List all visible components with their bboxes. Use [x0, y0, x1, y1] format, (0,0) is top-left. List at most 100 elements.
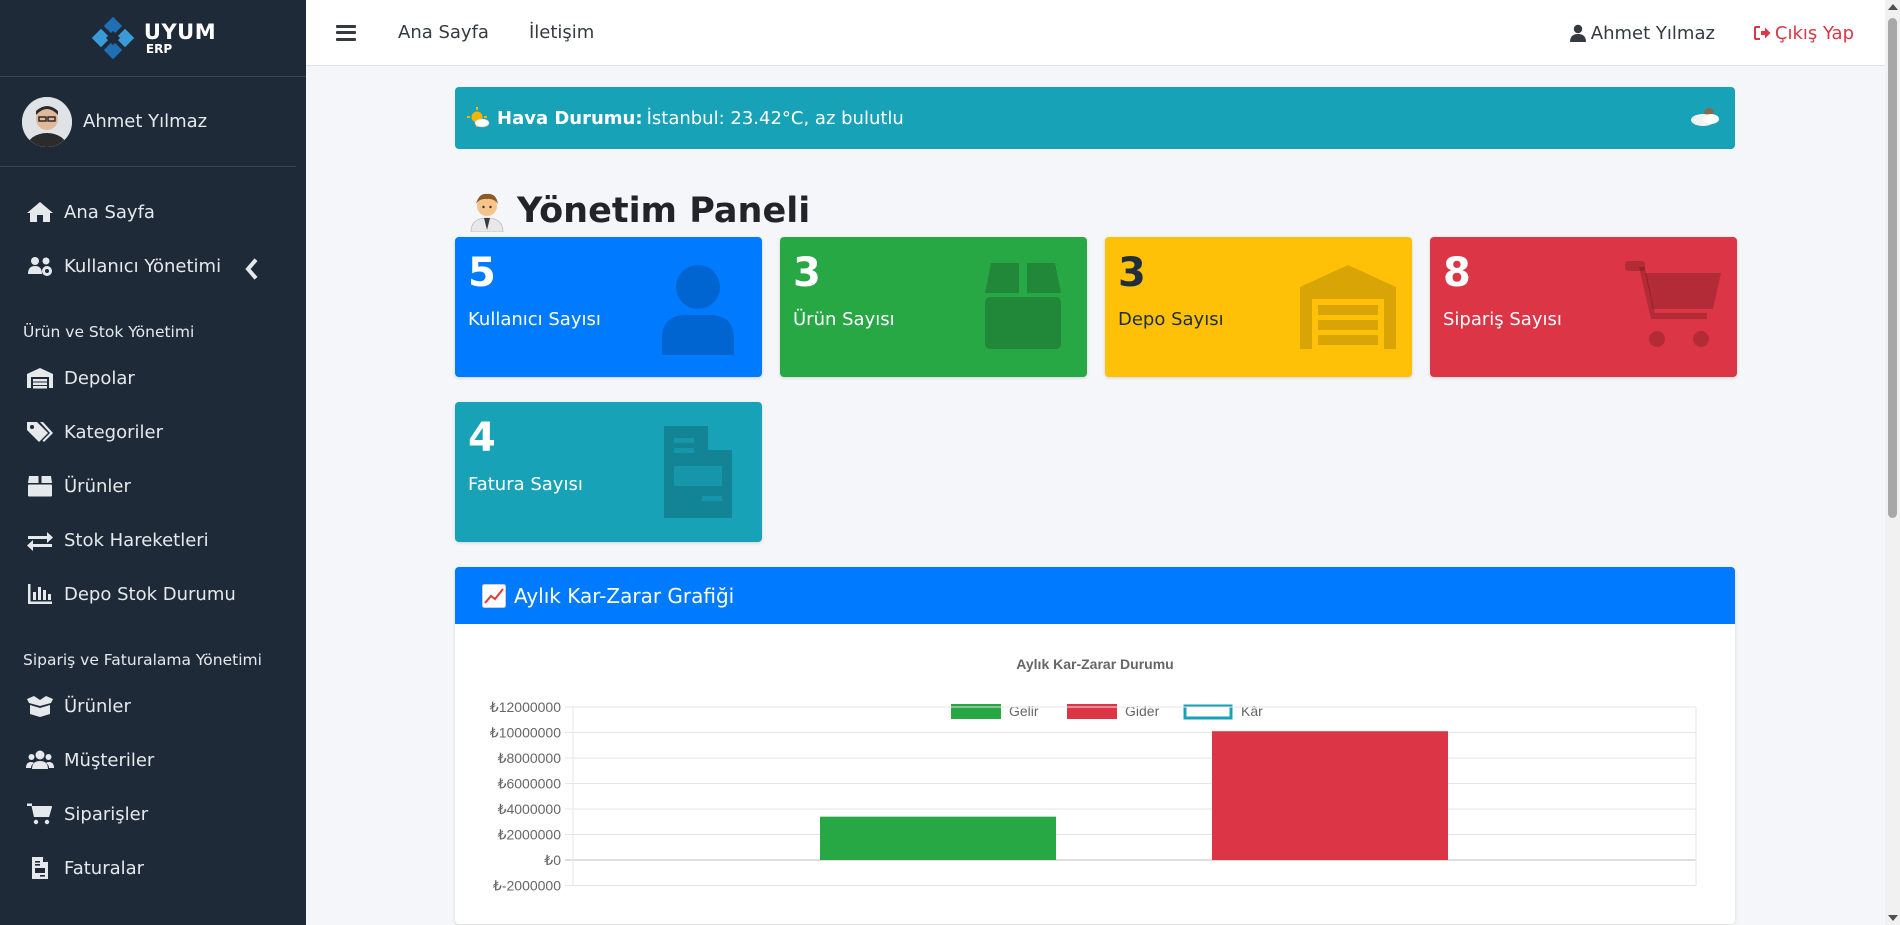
sidebar-item-label: Depolar	[64, 367, 135, 389]
users-cog-icon	[28, 257, 52, 276]
home-icon	[27, 202, 53, 222]
weather-label: Hava Durumu:	[497, 107, 643, 129]
legend-swatch	[1183, 704, 1233, 720]
user-icon	[1569, 24, 1586, 42]
stat-card-warehouses[interactable]: 3 Depo Sayısı	[1105, 237, 1412, 377]
sidebar-item-orders[interactable]: Siparişler	[0, 787, 306, 841]
sidebar-item-label: Depo Stok Durumu	[64, 583, 236, 605]
chevron-left-icon[interactable]	[238, 257, 266, 281]
tags-icon	[27, 422, 53, 442]
y-tick-label: ₺2000000	[498, 827, 562, 843]
sidebar-nav: Ana Sayfa Kullanıcı Yönetimi Ürün ve Sto…	[0, 167, 306, 895]
legend-label: Kâr	[1241, 703, 1263, 719]
cart-icon	[1625, 261, 1721, 347]
invoice-icon	[32, 857, 48, 879]
sidebar-user-name: Ahmet Yılmaz	[83, 111, 208, 132]
y-tick-label: ₺4000000	[498, 801, 562, 817]
chart-panel-header: Aylık Kar-Zarar Grafiği	[455, 567, 1735, 624]
sidebar-item-label: Stok Hareketleri	[64, 529, 209, 551]
y-tick-label: ₺0	[544, 852, 561, 868]
page-title: Yönetim Paneli	[455, 187, 1735, 235]
sidebar-item-label: Faturalar	[64, 857, 145, 879]
chart-panel: Aylık Kar-Zarar Grafiği Aylık Kar-Zarar …	[455, 567, 1735, 924]
sun-behind-cloud-icon	[467, 107, 490, 128]
weather-text: İstanbul: 23.42°C, az bulutlu	[646, 107, 904, 129]
sidebar-item-label: Müşteriler	[64, 749, 155, 771]
menu-toggle-icon[interactable]	[336, 24, 356, 41]
sidebar-item-label: Kullanıcı Yönetimi	[64, 255, 222, 277]
page-scrollbar[interactable]	[1885, 0, 1900, 925]
cloud-icon	[1691, 108, 1719, 126]
sidebar-item-label: Ana Sayfa	[64, 201, 155, 223]
brand-sub: ERP	[145, 41, 173, 56]
sign-out-icon	[1753, 26, 1771, 40]
box-open-icon	[27, 696, 53, 717]
scroll-up-icon[interactable]	[1888, 4, 1898, 10]
sidebar-item-order-products[interactable]: Ürünler	[0, 679, 306, 733]
brand[interactable]: UYUM ERP	[0, 0, 306, 77]
sidebar: UYUM ERP Ahmet Yılmaz Ana Sayfa Kullanıc…	[0, 0, 306, 925]
weather-alert: Hava Durumu: İstanbul: 23.42°C, az bulut…	[455, 87, 1735, 149]
logo-icon	[91, 16, 135, 60]
sidebar-user-panel[interactable]: Ahmet Yılmaz	[0, 77, 296, 167]
y-tick-label: ₺12000000	[490, 699, 561, 715]
sidebar-item-user-management[interactable]: Kullanıcı Yönetimi	[0, 239, 306, 293]
y-tick-label: ₺-2000000	[493, 878, 561, 894]
sidebar-item-stock-movements[interactable]: Stok Hareketleri	[0, 513, 306, 567]
chart-bar-icon	[28, 584, 52, 604]
legend-label: Gelir	[1009, 703, 1039, 719]
topnav-contact-link[interactable]: İletişim	[529, 22, 594, 43]
stat-card-users[interactable]: 5 Kullanıcı Sayısı	[455, 237, 762, 377]
brand-name: UYUM	[143, 19, 217, 44]
topbar-user-name: Ahmet Yılmaz	[1590, 22, 1715, 44]
y-tick-label: ₺8000000	[498, 750, 562, 766]
stat-card-products[interactable]: 3 Ürün Sayısı	[780, 237, 1087, 377]
profit-loss-chart: Aylık Kar-Zarar Durumu Gelir Gider Kâr ₺1200…	[490, 656, 1697, 894]
office-worker-icon	[470, 193, 504, 232]
user-icon	[662, 265, 734, 355]
chart-body: Aylık Kar-Zarar Durumu Gelir Gider Kâr ₺1200…	[455, 624, 1735, 924]
warehouse-icon	[27, 368, 53, 389]
sidebar-item-home[interactable]: Ana Sayfa	[0, 185, 306, 239]
y-tick-label: ₺10000000	[490, 725, 561, 741]
chart-title: Aylık Kar-Zarar Durumu	[1016, 656, 1173, 672]
logout-link[interactable]: Çıkış Yap	[1753, 23, 1854, 44]
chart-panel-title: Aylık Kar-Zarar Grafiği	[514, 583, 735, 608]
sidebar-item-categories[interactable]: Kategoriler	[0, 405, 306, 459]
chart-increasing-icon	[482, 583, 506, 608]
cart-icon	[27, 803, 52, 825]
scroll-thumb[interactable]	[1888, 18, 1897, 518]
legend-swatch	[951, 704, 1001, 719]
exchange-icon	[27, 532, 53, 551]
sidebar-item-warehouses[interactable]: Depolar	[0, 351, 306, 405]
y-tick-label: ₺6000000	[498, 776, 562, 792]
page-title-text: Yönetim Paneli	[517, 191, 811, 231]
stat-card-orders[interactable]: 8 Sipariş Sayısı	[1430, 237, 1737, 377]
topbar-user[interactable]: Ahmet Yılmaz	[1569, 23, 1715, 44]
sidebar-item-customers[interactable]: Müşteriler	[0, 733, 306, 787]
legend-swatch	[1067, 704, 1117, 719]
topnav-home-link[interactable]: Ana Sayfa	[398, 22, 489, 43]
sidebar-item-products[interactable]: Ürünler	[0, 459, 306, 513]
bar-gider[interactable]	[1212, 731, 1448, 860]
sidebar-item-warehouse-stock[interactable]: Depo Stok Durumu	[0, 567, 306, 621]
sidebar-item-label: Kategoriler	[64, 421, 163, 443]
stat-card-invoices[interactable]: 4 Fatura Sayısı	[455, 402, 762, 542]
stats-cards: 5 Kullanıcı Sayısı 3 Ürün Sayısı 3 Depo …	[455, 237, 1737, 542]
sidebar-section-header: Ürün ve Stok Yönetimi	[23, 323, 195, 341]
box-icon	[985, 263, 1061, 349]
sidebar-item-label: Ürünler	[64, 695, 131, 717]
scroll-down-icon[interactable]	[1888, 915, 1898, 921]
main-content: Hava Durumu: İstanbul: 23.42°C, az bulut…	[455, 87, 1737, 924]
bar-gelir[interactable]	[820, 816, 1056, 860]
top-navbar: Ana Sayfa İletişim Ahmet Yılmaz Çıkış Ya…	[306, 0, 1900, 66]
warehouse-icon	[1300, 265, 1396, 349]
sidebar-item-invoices[interactable]: Faturalar	[0, 841, 306, 895]
legend-label: Gider	[1125, 703, 1160, 719]
sidebar-item-label: Ürünler	[64, 475, 131, 497]
box-icon	[28, 476, 52, 497]
logout-label: Çıkış Yap	[1774, 22, 1854, 44]
sidebar-item-label: Siparişler	[64, 803, 149, 825]
sidebar-section-header: Sipariş ve Faturalama Yönetimi	[23, 651, 262, 669]
invoice-icon	[664, 426, 732, 518]
